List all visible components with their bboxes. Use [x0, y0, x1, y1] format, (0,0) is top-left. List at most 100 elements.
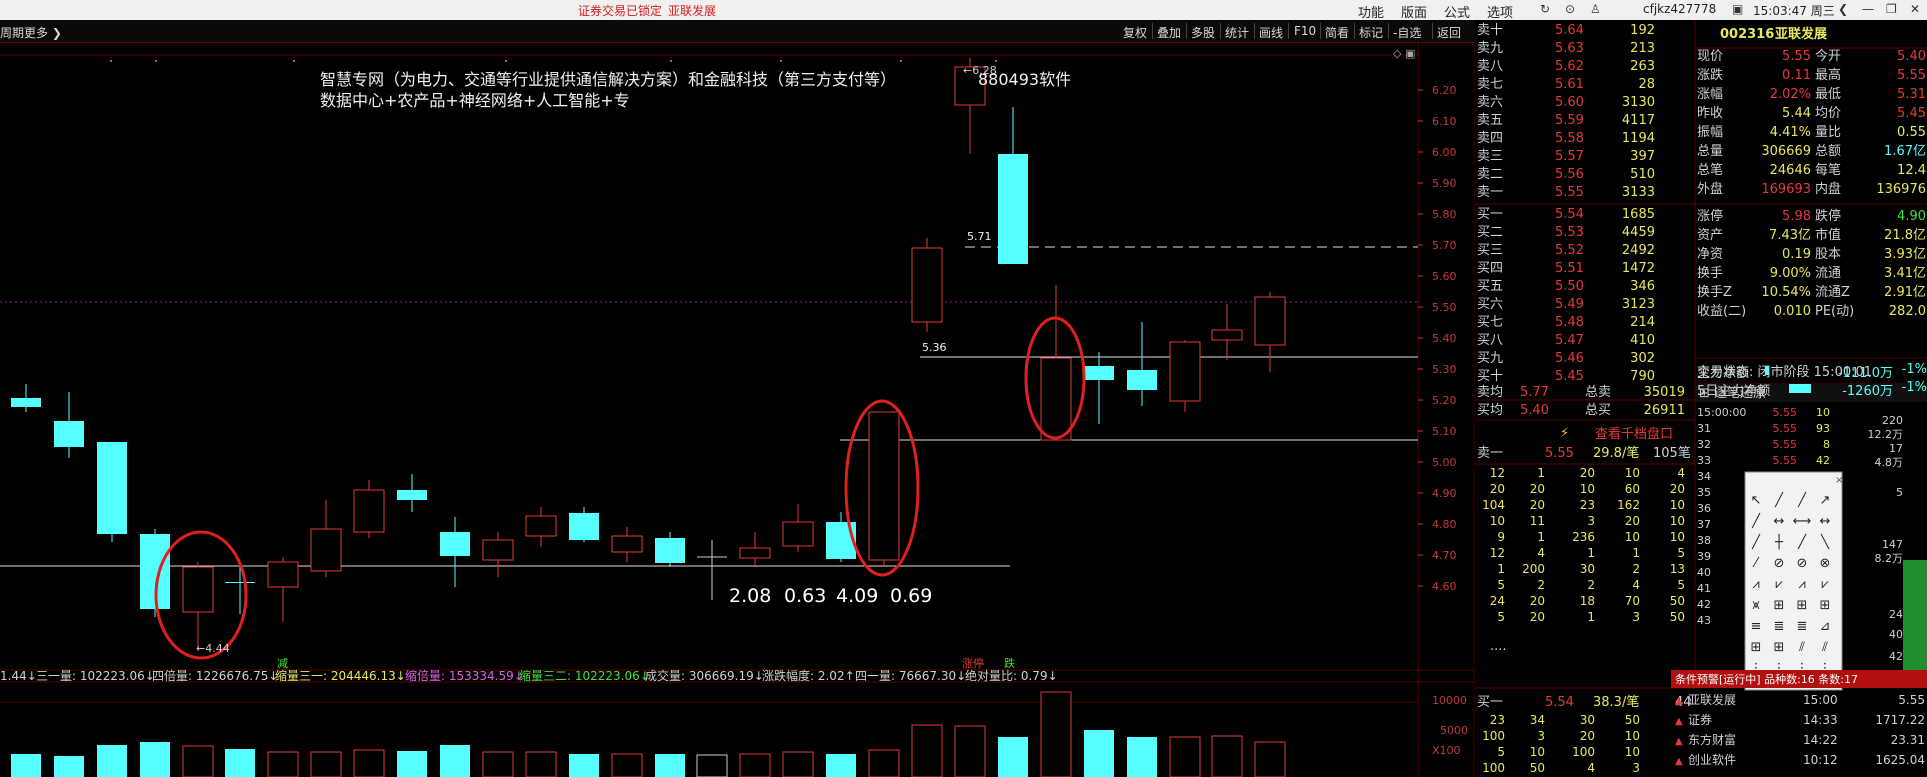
quote-label: 股本	[1815, 247, 1841, 262]
queue-buy-cell: 23	[1490, 713, 1505, 727]
queue-sell-cell: 60	[1625, 482, 1640, 496]
price-tick: 5.00	[1432, 456, 1457, 469]
stats-button[interactable]: 统计	[1225, 24, 1249, 41]
candle	[911, 247, 943, 323]
queue-sell-cell: 1	[1537, 530, 1545, 544]
sell-vol: 263	[1630, 59, 1655, 74]
quote-value: 21.8亿	[1884, 228, 1926, 243]
stock-code: 002316	[1720, 27, 1774, 42]
quote-label: 内盘	[1815, 181, 1841, 197]
volume-bar	[310, 751, 342, 777]
maximize-icon[interactable]: ❐	[1886, 2, 1897, 16]
queue-sell-cell: 4	[1632, 578, 1640, 592]
tick-time: 37	[1697, 518, 1711, 531]
volume-bar	[911, 724, 943, 777]
volume-bars	[11, 691, 1286, 777]
return-button[interactable]: 返回	[1437, 24, 1461, 41]
refresh-icon[interactable]: ↻	[1540, 2, 1550, 16]
buy-vol: 4459	[1622, 225, 1655, 240]
annot-number: 0.63	[784, 585, 826, 607]
tick-time: 34	[1697, 470, 1711, 483]
buy-price: 5.48	[1555, 315, 1584, 330]
overlay-button[interactable]: 叠加	[1157, 24, 1181, 41]
fuquan-button[interactable]: 复权	[1123, 24, 1147, 41]
close-icon[interactable]: ✕	[1910, 2, 1920, 16]
tick-time: 35	[1697, 486, 1711, 499]
queue-sell-cell: 20	[1490, 482, 1505, 496]
menu-options[interactable]: 选项	[1487, 2, 1513, 21]
menu-function[interactable]: 功能	[1358, 2, 1384, 21]
quote-label: 量比	[1815, 125, 1841, 140]
sell-vol: 4117	[1622, 113, 1655, 128]
queue-sell-cell: 5	[1677, 578, 1685, 592]
tick-time: 36	[1697, 502, 1711, 515]
chart-toolbar: 周期 更多 ❯ 复权 叠加 多股 统计 画线 F10 简看 标记 -自选 返回	[0, 20, 1475, 43]
quote-value: 24646	[1770, 163, 1811, 178]
tick-time: 40	[1697, 566, 1711, 579]
drawing-tool-icon: ⊿	[1820, 619, 1831, 634]
kline-chart[interactable]: 6.20 6.10 6.00 5.90 5.80 5.70 5.60 5.50 …	[0, 42, 1475, 777]
quote-label: 最低	[1815, 87, 1841, 102]
quote-label: 总额	[1815, 144, 1841, 159]
price-tick: 5.10	[1432, 425, 1457, 438]
lock-icon[interactable]: ⊙	[1565, 2, 1575, 16]
user-icon[interactable]: ♙	[1590, 2, 1601, 16]
quote-value: 1.67亿	[1884, 144, 1926, 159]
five-day-value: -1260万	[1842, 384, 1893, 399]
brief-button[interactable]: 简看	[1325, 24, 1349, 41]
chart-option-icon[interactable]: ◇ ▣	[1393, 47, 1415, 60]
queue-sell-cell: 9	[1497, 530, 1505, 544]
buy-label: 买三	[1477, 243, 1503, 258]
drawing-tool-icon: ⊗	[1820, 556, 1831, 571]
sell-vol: 28	[1638, 77, 1655, 92]
buy-vol: 1685	[1622, 207, 1655, 222]
drawing-tool-icon: ⩘	[1798, 577, 1805, 592]
queue-sell-cell: 1	[1632, 546, 1640, 560]
candle	[1127, 370, 1157, 390]
quote-label: 最高	[1815, 67, 1841, 83]
drawing-tool-icon: ╱	[1797, 533, 1807, 550]
watchlist-button[interactable]: -自选	[1393, 24, 1421, 41]
popup-close-icon[interactable]: ×	[1835, 475, 1843, 486]
quote-value: 0.11	[1782, 68, 1811, 83]
alert-time: 14:22	[1803, 733, 1838, 747]
queue-sell-cell: 18	[1580, 594, 1595, 608]
queue-buy-cell: 34	[1530, 713, 1545, 727]
sell-vol: 213	[1630, 41, 1655, 56]
indicator-value: 缩量三二: 102223.06↓	[519, 668, 650, 683]
quote-value: 136976	[1876, 182, 1926, 197]
back-icon[interactable]: ❮	[1838, 2, 1848, 16]
f10-button[interactable]: F10	[1294, 24, 1316, 38]
view-thousand-button[interactable]: 查看千档盘口	[1595, 426, 1673, 442]
draw-line-button[interactable]: 画线	[1259, 24, 1283, 41]
price-tick: 4.60	[1432, 580, 1457, 593]
tick-side-value: 147	[1882, 538, 1903, 551]
period-button[interactable]: 周期	[0, 24, 24, 41]
queue-buy-cell: 50	[1530, 761, 1545, 775]
menu-layout[interactable]: 版面	[1401, 2, 1427, 21]
sell-vol: 510	[1630, 167, 1655, 182]
skin-icon[interactable]: ▣	[1732, 2, 1743, 16]
queue-sell-cell: 5	[1677, 546, 1685, 560]
tick-time: 31	[1697, 422, 1711, 435]
price-tick: 6.20	[1432, 84, 1457, 97]
mark-button[interactable]: 标记	[1359, 24, 1383, 41]
multi-stock-button[interactable]: 多股	[1191, 24, 1215, 41]
volume-bar	[1169, 736, 1201, 777]
menu-formula[interactable]: 公式	[1444, 2, 1470, 21]
volume-bar	[267, 751, 299, 777]
minimize-icon[interactable]: —	[1862, 2, 1874, 16]
queue-sell-cell: 1	[1587, 610, 1595, 624]
alert-header[interactable]: 条件预警[运行中] 品种数:16 条数:17	[1675, 672, 1858, 686]
user-account[interactable]: cfjkz427778	[1643, 2, 1716, 16]
more-button[interactable]: 更多 ❯	[24, 24, 62, 41]
drawing-tool-icon: ↔	[1774, 514, 1785, 529]
quote-label: 总笔	[1697, 162, 1723, 178]
alert-stock-name[interactable]: 亚联发展	[668, 2, 716, 19]
queue-buy-cell: 10	[1530, 745, 1545, 759]
drawing-tool-icon: ⩙	[1752, 598, 1760, 613]
trade-lock-alert[interactable]: 证券交易已锁定	[578, 2, 662, 19]
sell-price: 5.64	[1555, 23, 1584, 38]
queue-buy-cell: 20	[1580, 729, 1595, 743]
main-net-value: -111.0万	[1838, 366, 1893, 381]
